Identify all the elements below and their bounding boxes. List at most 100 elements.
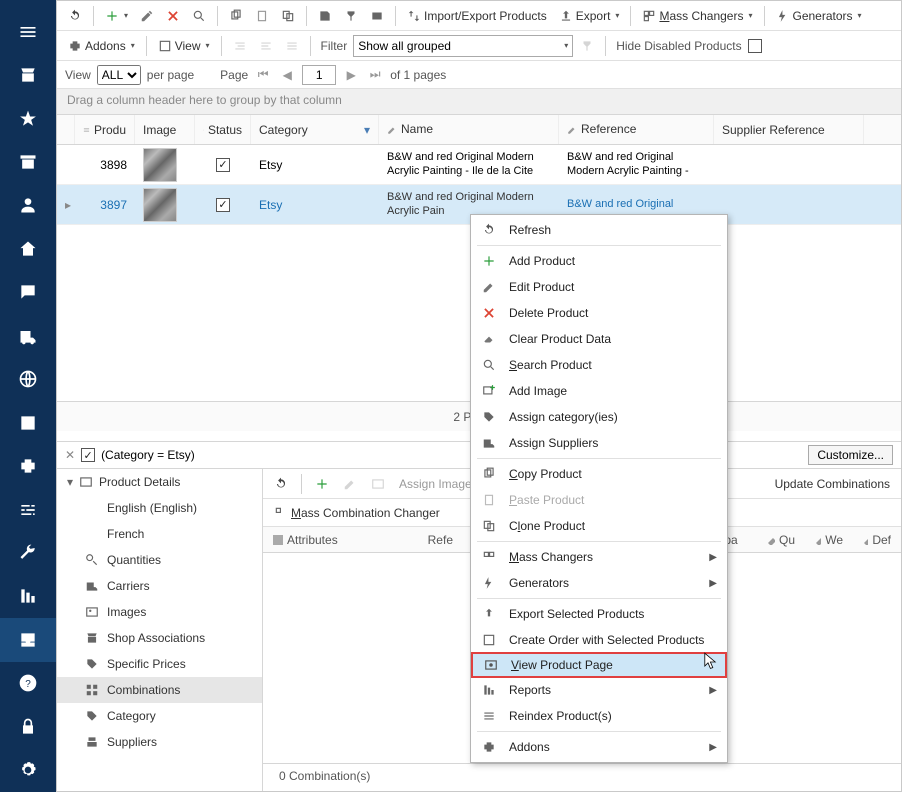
tool-b-button[interactable] (339, 4, 363, 28)
detail-add-button[interactable] (310, 472, 334, 496)
wrench-icon[interactable] (0, 531, 56, 574)
ctx-clear-data[interactable]: Clear Product Data (471, 326, 727, 352)
copy-button[interactable] (224, 4, 248, 28)
indent-right-button[interactable] (254, 34, 278, 58)
gear-icon[interactable] (0, 748, 56, 791)
ctx-assign-categories[interactable]: Assign category(ies) (471, 404, 727, 430)
delete-button[interactable] (161, 4, 185, 28)
collapse-button[interactable] (280, 34, 304, 58)
ctx-export-selected[interactable]: Export Selected Products (471, 601, 727, 627)
tool-c-button[interactable] (365, 4, 389, 28)
ctx-delete-product[interactable]: Delete Product (471, 300, 727, 326)
help-icon[interactable]: ? (0, 662, 56, 705)
mass-combination-button[interactable]: Mass Combination Changer (269, 501, 445, 525)
col-reference[interactable]: Reference (559, 115, 714, 144)
chat-icon[interactable] (0, 271, 56, 314)
chip-close-icon[interactable]: ✕ (65, 448, 75, 462)
tool-a-button[interactable] (313, 4, 337, 28)
nav-lang-fr[interactable]: French (57, 521, 262, 547)
nav-quantities[interactable]: Quantities (57, 547, 262, 573)
bar-icon[interactable] (0, 575, 56, 618)
group-bar[interactable]: Drag a column header here to group by th… (57, 89, 901, 115)
update-combinations-button[interactable]: Update Combinations (770, 472, 895, 496)
puzzle-icon[interactable] (0, 444, 56, 487)
ctx-generators[interactable]: Generators▶ (471, 570, 727, 596)
ctx-mass-changers[interactable]: Mass Changers▶ (471, 544, 727, 570)
refresh-button[interactable] (63, 4, 87, 28)
globe-icon[interactable] (0, 358, 56, 401)
nav-suppliers[interactable]: Suppliers (57, 729, 262, 755)
sliders-icon[interactable] (0, 488, 56, 531)
chart-icon[interactable] (0, 401, 56, 444)
export-button[interactable]: Export▾ (554, 4, 625, 28)
paste-button[interactable] (250, 4, 274, 28)
col-category[interactable]: Category▾ (251, 115, 379, 144)
chip-checkbox[interactable] (81, 448, 95, 462)
filter-select[interactable]: Show all grouped▾ (353, 35, 573, 57)
col-def[interactable]: Def (853, 529, 901, 551)
import-export-button[interactable]: Import/Export Products (402, 4, 552, 28)
generators-button[interactable]: Generators▾ (771, 4, 867, 28)
table-row[interactable]: 3898 Etsy B&W and red Original Modern Ac… (57, 145, 901, 185)
ctx-refresh[interactable]: Refresh (471, 217, 727, 243)
ctx-paste-product[interactable]: Paste Product (471, 487, 727, 513)
ctx-clone-product[interactable]: Clone Product (471, 513, 727, 539)
col-image[interactable]: Image (135, 115, 195, 144)
page-input[interactable] (302, 65, 336, 85)
detail-refresh-button[interactable] (269, 472, 293, 496)
last-page-button[interactable]: ⏭ (366, 66, 384, 84)
ctx-reindex[interactable]: Reindex Product(s) (471, 703, 727, 729)
menu-icon[interactable] (0, 10, 56, 53)
ctx-view-product-page[interactable]: View Product Page (471, 652, 727, 678)
add-button[interactable]: ▾ (100, 4, 133, 28)
user-icon[interactable] (0, 184, 56, 227)
star-icon[interactable] (0, 97, 56, 140)
detail-edit-button[interactable] (338, 472, 362, 496)
edit-button[interactable] (135, 4, 159, 28)
nav-images[interactable]: Images (57, 599, 262, 625)
prev-page-button[interactable]: ◀ (278, 66, 296, 84)
store-icon[interactable] (0, 53, 56, 96)
nav-specific-prices[interactable]: Specific Prices (57, 651, 262, 677)
ctx-add-product[interactable]: Add Product (471, 248, 727, 274)
status-checkbox[interactable] (216, 158, 230, 172)
col-status[interactable]: Status (195, 115, 251, 144)
ctx-addons[interactable]: Addons▶ (471, 734, 727, 760)
filter-clear-button[interactable] (575, 34, 599, 58)
ctx-edit-product[interactable]: Edit Product (471, 274, 727, 300)
view-button[interactable]: View▾ (153, 34, 215, 58)
nav-lang-en[interactable]: English (English) (57, 495, 262, 521)
col-name[interactable]: Name (379, 115, 559, 144)
detail-img-button[interactable] (366, 472, 390, 496)
ctx-copy-product[interactable]: Copy Product (471, 461, 727, 487)
lock-icon[interactable] (0, 705, 56, 748)
home-icon[interactable] (0, 227, 56, 270)
ctx-create-order[interactable]: Create Order with Selected Products (471, 627, 727, 653)
ctx-assign-suppliers[interactable]: Assign Suppliers (471, 430, 727, 456)
customize-button[interactable]: Customize... (808, 445, 893, 465)
per-page-select[interactable]: ALL (97, 65, 141, 85)
first-page-button[interactable]: ⏮ (254, 66, 272, 84)
status-checkbox[interactable] (216, 198, 230, 212)
nav-category[interactable]: Category (57, 703, 262, 729)
hide-disabled-checkbox[interactable] (748, 39, 762, 53)
inbox-icon[interactable] (0, 618, 56, 661)
ctx-search-product[interactable]: Search Product (471, 352, 727, 378)
col-we[interactable]: We (805, 529, 853, 551)
col-attributes[interactable]: Attributes (263, 529, 413, 551)
indent-left-button[interactable] (228, 34, 252, 58)
nav-shop-assoc[interactable]: Shop Associations (57, 625, 262, 651)
nav-combinations[interactable]: Combinations (57, 677, 262, 703)
mass-changers-button[interactable]: Mass Changers▾ (637, 4, 757, 28)
col-qu[interactable]: Qu (757, 529, 805, 551)
archive-icon[interactable] (0, 140, 56, 183)
col-refe[interactable]: Refe (413, 529, 463, 551)
col-product[interactable]: Produ (75, 115, 135, 144)
nav-carriers[interactable]: Carriers (57, 573, 262, 599)
detail-nav-head[interactable]: ▾Product Details (57, 469, 262, 495)
ctx-add-image[interactable]: Add Image (471, 378, 727, 404)
clone-button[interactable] (276, 4, 300, 28)
search-button[interactable] (187, 4, 211, 28)
col-supplier-ref[interactable]: Supplier Reference (714, 115, 864, 144)
truck-icon[interactable] (0, 314, 56, 357)
